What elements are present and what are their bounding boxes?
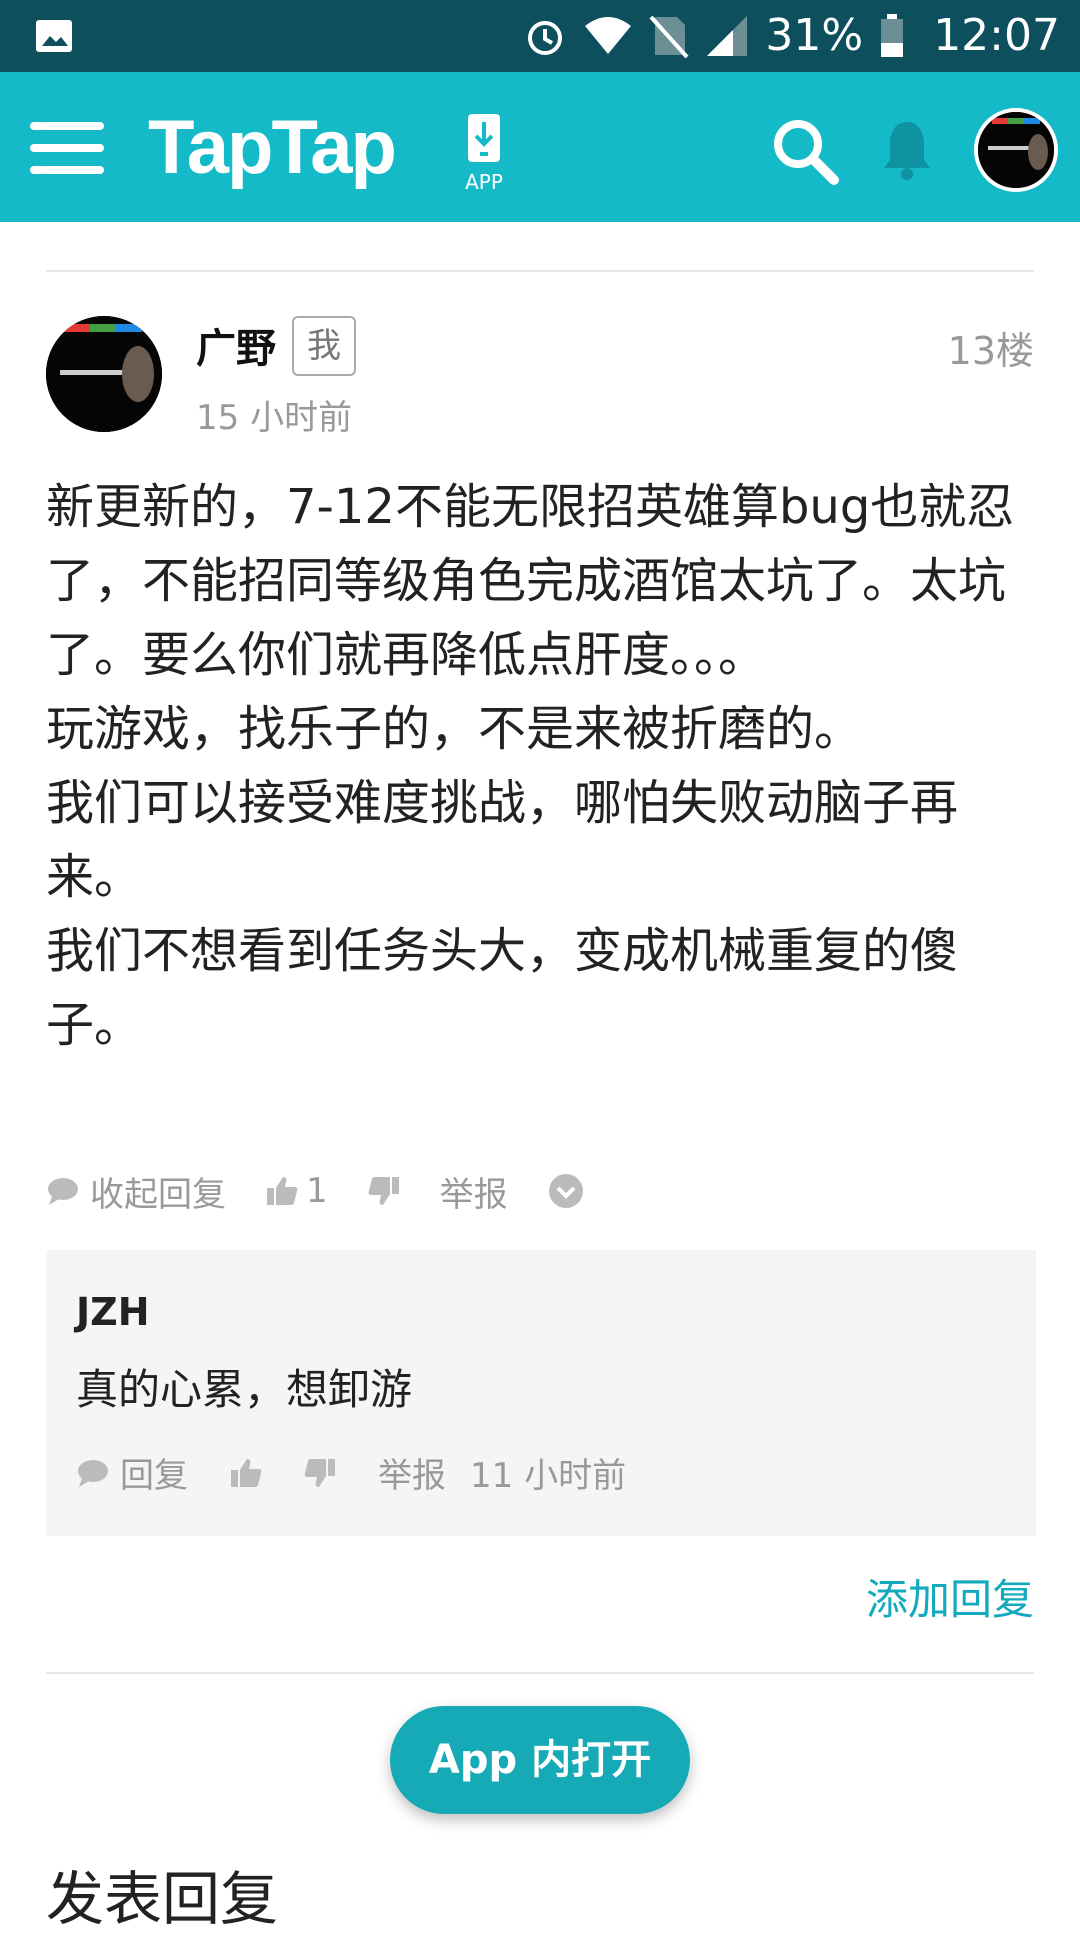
battery-percent: 31% xyxy=(765,10,864,61)
post-body: 新更新的，7-12不能无限招英雄算bug也就忍了，不能招同等级角色完成酒馆太坑了… xyxy=(46,470,1036,1062)
post-paragraph: 我们可以接受难度挑战，哪怕失败动脑子再来。 xyxy=(46,775,959,905)
user-avatar[interactable] xyxy=(974,108,1058,192)
alarm-icon xyxy=(528,21,563,55)
dislike-button[interactable] xyxy=(304,1457,336,1489)
collapse-replies-label: 收起回复 xyxy=(90,1174,226,1215)
dislike-button[interactable] xyxy=(368,1175,400,1207)
thumbs-down-icon xyxy=(304,1458,335,1487)
divider xyxy=(46,270,1034,272)
status-bar: 31% 12:07 xyxy=(0,0,1080,72)
menu-icon[interactable] xyxy=(30,122,104,174)
floor-number: 13楼 xyxy=(947,329,1034,373)
collapse-replies-button[interactable]: 收起回复 xyxy=(46,1167,226,1216)
clock: 12:07 xyxy=(933,10,1060,61)
post-time: 15 小时前 xyxy=(196,398,353,438)
reply-label: 回复 xyxy=(120,1456,188,1496)
post-paragraph: 玩游戏，找乐子的，不是来被折磨的。 xyxy=(46,701,863,757)
reply-actions: 回复 举报 11 小时前 xyxy=(76,1448,626,1497)
post-paragraph: 新更新的，7-12不能无限招英雄算bug也就忍了，不能招同等级角色完成酒馆太坑了… xyxy=(46,479,1015,683)
comment-icon xyxy=(78,1459,108,1487)
report-label: 举报 xyxy=(378,1456,446,1496)
open-in-app-button[interactable]: App 内打开 xyxy=(390,1706,690,1814)
reply-button[interactable]: 回复 xyxy=(76,1448,188,1497)
reply-item: JZH 真的心累，想卸游 回复 举报 11 小时前 xyxy=(46,1250,1036,1536)
no-sim-icon xyxy=(649,15,689,59)
thumbs-up-icon xyxy=(231,1458,262,1487)
report-label: 举报 xyxy=(439,1174,508,1215)
report-button[interactable]: 举报 xyxy=(378,1448,446,1497)
chevron-down-icon xyxy=(548,1174,583,1208)
more-options-button[interactable] xyxy=(548,1173,584,1209)
avatar-image xyxy=(978,112,1054,188)
battery-icon xyxy=(881,14,904,57)
post-paragraph: 我们不想看到任务头大，变成机械重复的傻子。 xyxy=(46,923,959,1053)
wifi-icon xyxy=(585,17,632,54)
reply-text: 真的心累，想卸游 xyxy=(76,1365,413,1414)
like-count: 1 xyxy=(306,1171,328,1211)
post-actions: 收起回复 1 举报 xyxy=(46,1166,624,1216)
download-app-icon xyxy=(468,114,500,162)
avatar-image xyxy=(46,316,162,432)
publish-reply-title: 发表回复 xyxy=(46,1865,279,1933)
comment-icon xyxy=(48,1178,78,1205)
author-avatar[interactable] xyxy=(46,316,162,432)
add-reply-link[interactable]: 添加回复 xyxy=(866,1566,1034,1627)
report-button[interactable]: 举报 xyxy=(440,1167,508,1216)
reply-author[interactable]: JZH xyxy=(76,1290,150,1334)
author-name[interactable]: 广野 xyxy=(196,316,276,374)
me-badge: 我 xyxy=(292,316,356,376)
reply-time: 11 小时前 xyxy=(470,1456,627,1496)
divider xyxy=(46,1672,1034,1674)
signal-icon xyxy=(707,16,748,56)
bell-icon[interactable] xyxy=(880,116,934,182)
thumbs-down-icon xyxy=(368,1177,399,1205)
download-app-button[interactable]: APP xyxy=(456,112,512,194)
thumbs-up-icon xyxy=(267,1177,298,1205)
image-icon xyxy=(36,20,72,52)
like-button[interactable]: 1 xyxy=(266,1171,328,1211)
like-button[interactable] xyxy=(230,1457,262,1489)
brand-logo[interactable]: TapTap xyxy=(148,104,397,191)
search-icon[interactable] xyxy=(770,116,840,186)
app-label: APP xyxy=(465,170,503,194)
app-bar: TapTap APP xyxy=(0,72,1080,222)
